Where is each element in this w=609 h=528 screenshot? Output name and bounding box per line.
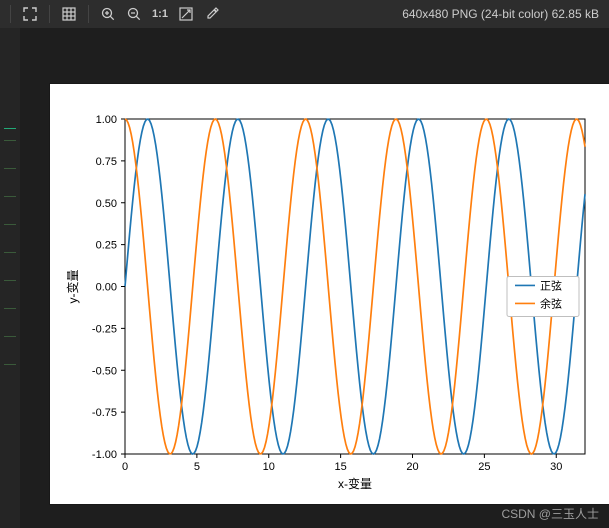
chart-svg: 0 5 10 15 20 25 30 -1.00 -0.75 -0.50 -0.25 0.00 0.25… bbox=[50, 84, 609, 504]
eyedropper-icon[interactable] bbox=[201, 3, 223, 25]
svg-text:余弦: 余弦 bbox=[540, 296, 562, 310]
svg-text:10: 10 bbox=[263, 461, 275, 473]
svg-text:y-变量: y-变量 bbox=[65, 270, 80, 304]
fit-icon[interactable] bbox=[175, 3, 197, 25]
viewport: 0 5 10 15 20 25 30 -1.00 -0.75 -0.50 -0.25 0.00 0.25… bbox=[20, 28, 609, 528]
svg-text:正弦: 正弦 bbox=[540, 278, 562, 292]
svg-text:5: 5 bbox=[194, 461, 200, 473]
svg-text:-0.75: -0.75 bbox=[92, 407, 117, 419]
svg-text:0.25: 0.25 bbox=[96, 240, 117, 252]
svg-text:1.00: 1.00 bbox=[96, 114, 117, 126]
svg-text:-1.00: -1.00 bbox=[92, 449, 117, 461]
watermark: CSDN @三玉人士 bbox=[501, 505, 599, 522]
ruler bbox=[0, 28, 20, 528]
zoom-out-icon[interactable] bbox=[123, 3, 145, 25]
svg-text:x-变量: x-变量 bbox=[338, 476, 372, 491]
svg-text:0.00: 0.00 bbox=[96, 282, 117, 294]
svg-text:-0.25: -0.25 bbox=[92, 323, 117, 335]
one-to-one-icon[interactable]: 1:1 bbox=[149, 3, 171, 25]
divider bbox=[88, 5, 89, 23]
divider bbox=[49, 5, 50, 23]
toolbar: 1:1 640x480 PNG (24-bit color) 62.85 kB bbox=[0, 0, 609, 28]
svg-text:-0.50: -0.50 bbox=[92, 365, 117, 377]
image-status: 640x480 PNG (24-bit color) 62.85 kB bbox=[402, 7, 603, 21]
fullscreen-icon[interactable] bbox=[19, 3, 41, 25]
svg-text:20: 20 bbox=[406, 461, 418, 473]
zoom-in-icon[interactable] bbox=[97, 3, 119, 25]
chart-figure: 0 5 10 15 20 25 30 -1.00 -0.75 -0.50 -0.25 0.00 0.25… bbox=[50, 84, 609, 504]
svg-text:15: 15 bbox=[335, 461, 347, 473]
svg-text:0: 0 bbox=[122, 461, 128, 473]
svg-text:30: 30 bbox=[550, 461, 562, 473]
divider bbox=[10, 5, 11, 23]
svg-text:0.75: 0.75 bbox=[96, 156, 117, 168]
svg-text:25: 25 bbox=[478, 461, 490, 473]
svg-text:0.50: 0.50 bbox=[96, 198, 117, 210]
grid-icon[interactable] bbox=[58, 3, 80, 25]
